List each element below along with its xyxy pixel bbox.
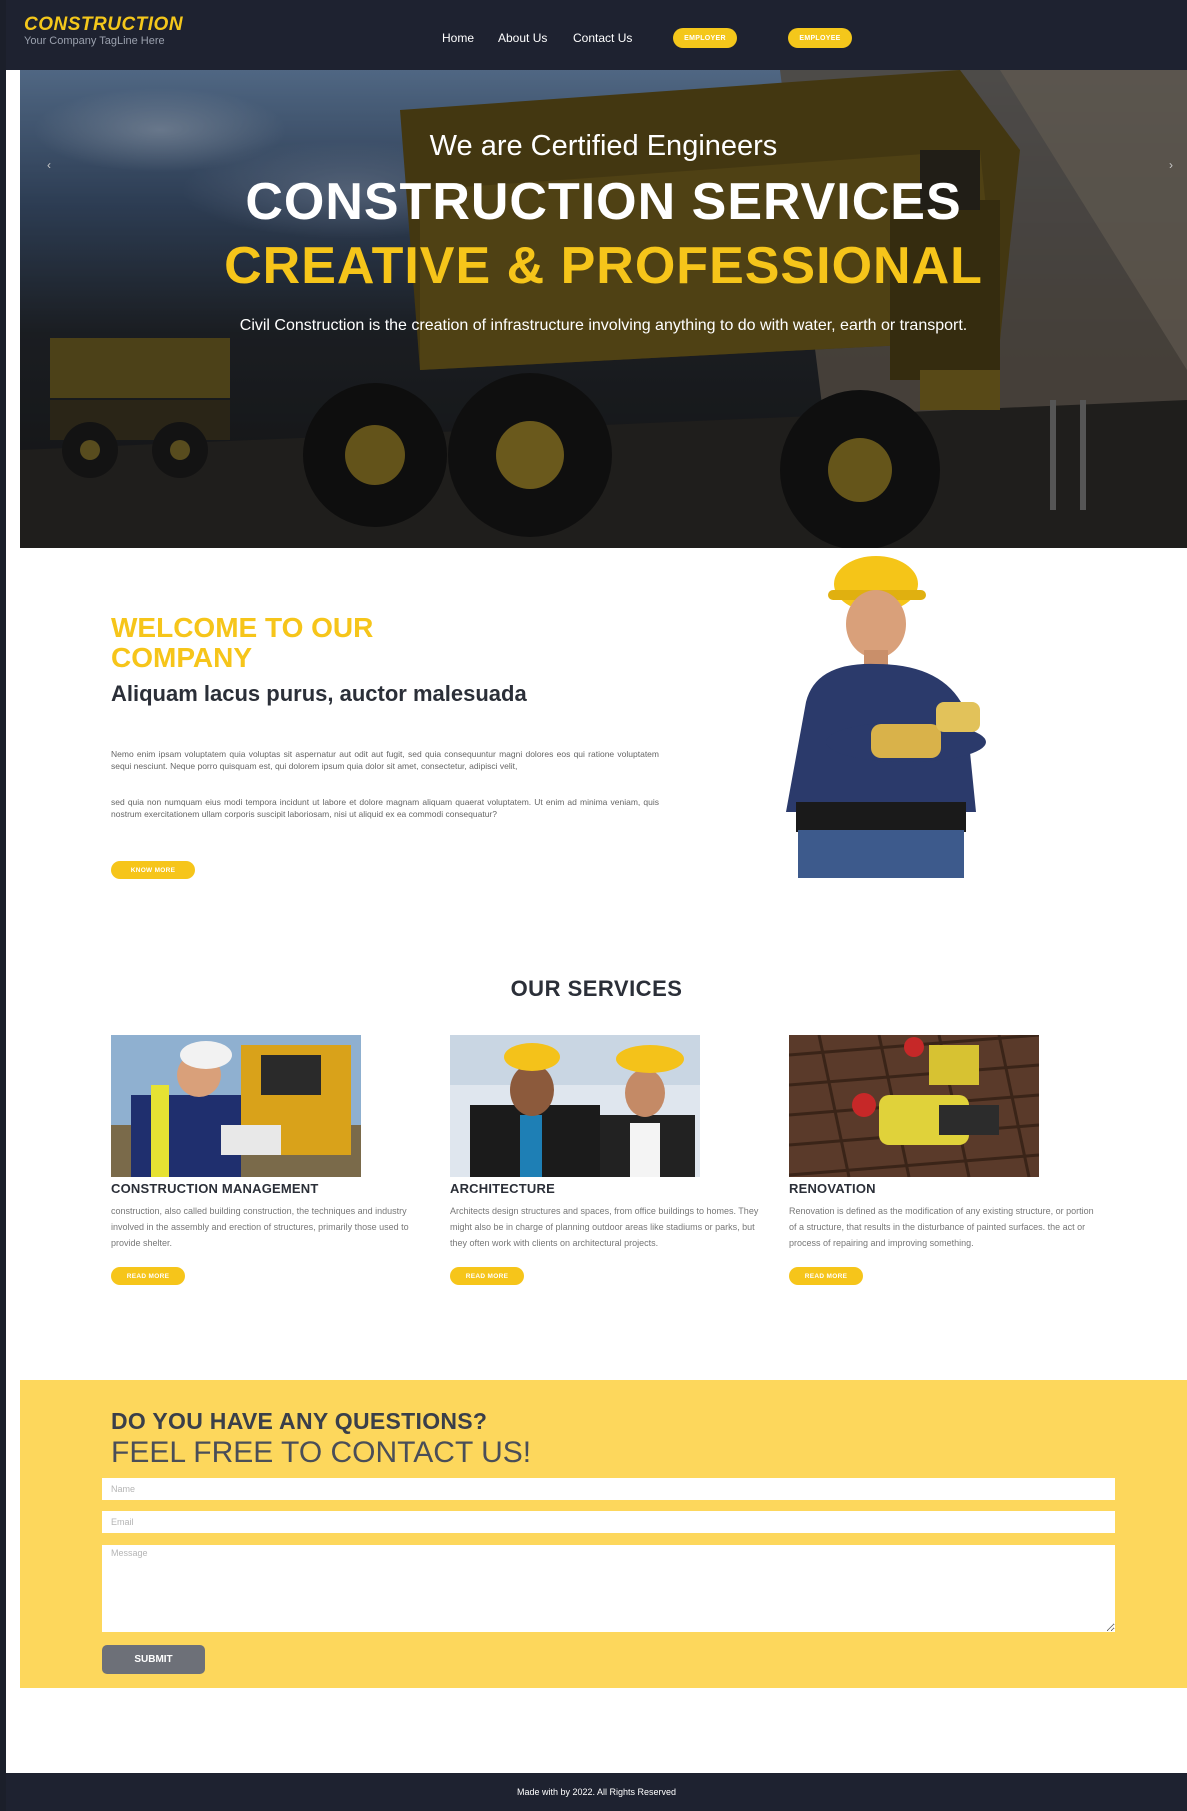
read-more-button[interactable]: READ MORE — [789, 1267, 863, 1285]
email-field[interactable] — [102, 1511, 1115, 1533]
service-image-renovation — [789, 1035, 1039, 1177]
service-description: Renovation is defined as the modificatio… — [789, 1206, 1094, 1248]
hero-title-accent: CREATIVE & PROFESSIONAL — [224, 237, 983, 295]
page: CONSTRUCTION Your Company TagLine Here H… — [6, 0, 1187, 1811]
contact-question: DO YOU HAVE ANY QUESTIONS? — [111, 1408, 488, 1434]
nav-link-home[interactable]: Home — [442, 31, 474, 45]
welcome-paragraph-2: sed quia non numquam eius modi tempora i… — [111, 797, 659, 819]
service-card-construction-management: CONSTRUCTION MANAGEMENT construction, al… — [111, 1035, 431, 1285]
service-name: CONSTRUCTION MANAGEMENT — [111, 1181, 319, 1196]
hero-description: Civil Construction is the creation of in… — [239, 317, 968, 334]
services-title: OUR SERVICES — [510, 976, 683, 1001]
welcome-subtitle: Aliquam lacus purus, auctor malesuada — [111, 681, 527, 706]
submit-button[interactable]: SUBMIT — [102, 1645, 205, 1674]
service-description: construction, also called building const… — [111, 1206, 409, 1248]
brand-tagline: Your Company TagLine Here — [24, 35, 165, 47]
worker-image — [786, 556, 986, 878]
service-image-architecture — [450, 1035, 700, 1177]
service-description: Architects design structures and spaces,… — [450, 1206, 759, 1248]
hero-banner: ‹ › We are Certified Engineers CONSTRUCT… — [20, 70, 1187, 548]
hero-title: CONSTRUCTION SERVICES — [245, 173, 962, 231]
know-more-button[interactable]: KNOW MORE — [111, 861, 195, 879]
read-more-button[interactable]: READ MORE — [111, 1267, 185, 1285]
contact-invite: FEEL FREE TO CONTACT US! — [111, 1436, 532, 1469]
service-card-renovation: RENOVATION Renovation is defined as the … — [789, 1035, 1109, 1285]
service-card-architecture: ARCHITECTURE Architects design structure… — [450, 1035, 770, 1285]
nav-link-about-us[interactable]: About Us — [498, 31, 547, 45]
service-image-construction-management — [111, 1035, 361, 1177]
name-field[interactable] — [102, 1478, 1115, 1500]
contact-section: DO YOU HAVE ANY QUESTIONS? FEEL FREE TO … — [20, 1380, 1187, 1688]
service-name: RENOVATION — [789, 1181, 876, 1196]
footer-text: Made with by 2022. All Rights Reserved — [516, 1787, 677, 1797]
welcome-paragraph-1: Nemo enim ipsam voluptatem quia voluptas… — [111, 749, 659, 771]
service-name: ARCHITECTURE — [450, 1181, 555, 1196]
read-more-button[interactable]: READ MORE — [450, 1267, 524, 1285]
brand[interactable]: CONSTRUCTION Your Company TagLine Here — [24, 15, 183, 48]
brand-name: CONSTRUCTION — [24, 14, 184, 35]
welcome-title: WELCOME TO OUR COMPANY — [111, 612, 374, 673]
employer-button[interactable]: EMPLOYER — [673, 28, 737, 48]
hero-eyebrow: We are Certified Engineers — [429, 130, 778, 162]
navbar: CONSTRUCTION Your Company TagLine Here H… — [6, 0, 1187, 70]
employee-button[interactable]: EMPLOYEE — [788, 28, 852, 48]
footer: Made with by 2022. All Rights Reserved — [6, 1773, 1187, 1811]
message-field[interactable] — [102, 1545, 1115, 1632]
nav-link-contact-us[interactable]: Contact Us — [573, 31, 632, 45]
